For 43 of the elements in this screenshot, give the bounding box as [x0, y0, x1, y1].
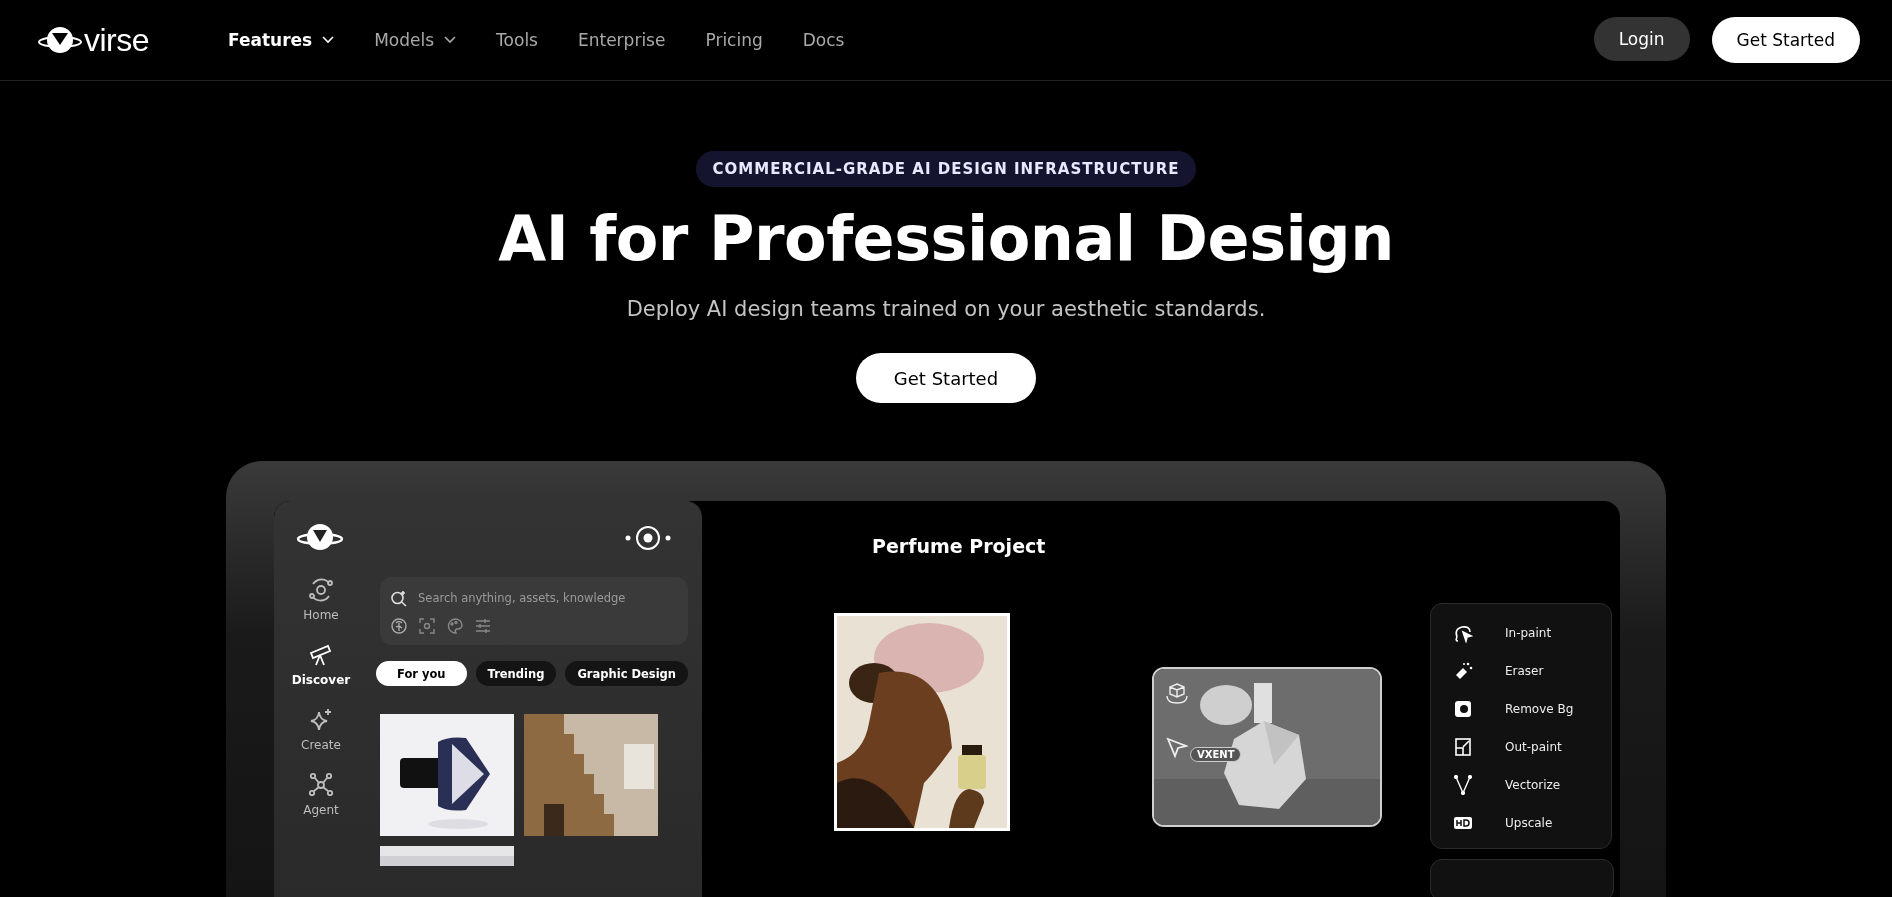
nav-link[interactable]: Pricing	[705, 30, 763, 50]
model-tag: VXENT	[1190, 747, 1242, 763]
vector-icon	[1453, 775, 1473, 796]
get-started-button[interactable]: Get Started	[1711, 17, 1860, 63]
tool-item[interactable]: Vectorize	[1453, 766, 1611, 805]
project-title: Perfume Project	[872, 535, 1047, 558]
filter-chip[interactable]: Trending	[475, 661, 557, 687]
hero-title: AI for Professional Design	[498, 205, 1394, 274]
lasso-icon	[1453, 623, 1473, 644]
caret-icon	[444, 36, 457, 44]
tool-item[interactable]: Eraser	[1453, 652, 1611, 691]
filter-chip[interactable]: For you	[376, 661, 467, 687]
remove-background-icon	[1453, 699, 1473, 720]
nav-link[interactable]: Enterprise	[578, 30, 666, 50]
tool-item[interactable]: Remove Bg	[1453, 690, 1611, 729]
search-icon	[390, 589, 408, 608]
sidebar-item[interactable]: Create	[301, 707, 341, 753]
get-started-button[interactable]: Get Started	[856, 353, 1036, 404]
nav-link[interactable]: Features	[228, 30, 335, 50]
sidebar-item[interactable]: Discover	[291, 642, 351, 688]
nav-link[interactable]: Models	[374, 30, 457, 50]
tool-item[interactable]: Out-paint	[1453, 728, 1611, 767]
sidebar-item[interactable]: Home	[303, 577, 339, 623]
sliders-icon[interactable]	[474, 617, 492, 636]
search-field[interactable]: Search anything, assets, knowledge	[416, 590, 676, 607]
brand-name[interactable]: virse	[84, 21, 150, 59]
scan-icon[interactable]	[418, 617, 436, 636]
cursor-icon	[1166, 737, 1188, 760]
nav-link[interactable]: Tools	[496, 30, 538, 50]
outpaint-icon	[1453, 737, 1473, 758]
nav-link[interactable]: Docs	[802, 30, 845, 50]
hero-badge: COMMERCIAL-GRADE AI DESIGN INFRASTRUCTURE	[695, 151, 1197, 187]
login-button[interactable]: Login	[1593, 17, 1690, 61]
sidebar-item[interactable]: Agent	[303, 772, 339, 818]
network-icon	[308, 772, 334, 799]
brain-icon[interactable]	[390, 617, 408, 636]
hero-subtitle: Deploy AI design teams trained on your aesthetic standards.	[626, 297, 1266, 322]
filter-chip[interactable]: Graphic Design	[565, 661, 688, 687]
palette-icon[interactable]	[446, 617, 464, 636]
orbit-icon	[308, 577, 334, 604]
tool-item[interactable]: In-paint	[1453, 614, 1611, 653]
caret-icon	[322, 36, 335, 44]
tool-item[interactable]: Upscale	[1453, 804, 1611, 843]
